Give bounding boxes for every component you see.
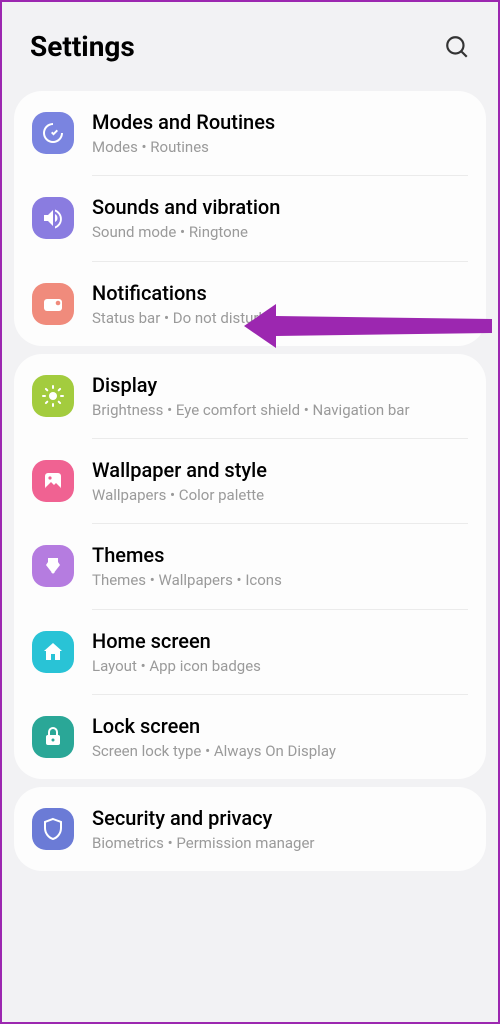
header: Settings [2,2,498,83]
wallpaper-icon [32,460,74,502]
item-text: Wallpaper and style Wallpapers • Color p… [92,457,468,505]
item-security-and-privacy[interactable]: Security and privacy Biometrics • Permis… [14,787,486,871]
item-subtitle: Brightness • Eye comfort shield • Naviga… [92,400,468,420]
security-icon [32,808,74,850]
item-text: Themes Themes • Wallpapers • Icons [92,542,468,590]
item-wallpaper-and-style[interactable]: Wallpaper and style Wallpapers • Color p… [14,439,486,523]
settings-group-1: Modes and Routines Modes • Routines Soun… [14,91,486,346]
item-themes[interactable]: Themes Themes • Wallpapers • Icons [14,524,486,608]
themes-icon [32,545,74,587]
item-title: Home screen [92,628,468,654]
item-subtitle: Biometrics • Permission manager [92,833,468,853]
item-text: Display Brightness • Eye comfort shield … [92,372,468,420]
item-text: Modes and Routines Modes • Routines [92,109,468,157]
modes-icon [32,112,74,154]
item-text: Home screen Layout • App icon badges [92,628,468,676]
item-subtitle: Wallpapers • Color palette [92,485,468,505]
page-title: Settings [30,30,135,63]
home-icon [32,631,74,673]
item-title: Sounds and vibration [92,194,468,220]
settings-group-3: Security and privacy Biometrics • Permis… [14,787,486,871]
item-lock-screen[interactable]: Lock screen Screen lock type • Always On… [14,695,486,779]
item-notifications[interactable]: Notifications Status bar • Do not distur… [14,262,486,346]
item-home-screen[interactable]: Home screen Layout • App icon badges [14,610,486,694]
sounds-icon [32,197,74,239]
item-text: Security and privacy Biometrics • Permis… [92,805,468,853]
item-text: Sounds and vibration Sound mode • Ringto… [92,194,468,242]
item-text: Lock screen Screen lock type • Always On… [92,713,468,761]
item-title: Notifications [92,280,468,306]
item-subtitle: Modes • Routines [92,137,468,157]
item-text: Notifications Status bar • Do not distur… [92,280,468,328]
item-subtitle: Themes • Wallpapers • Icons [92,570,468,590]
item-title: Modes and Routines [92,109,468,135]
item-subtitle: Status bar • Do not disturb [92,308,468,328]
lock-icon [32,716,74,758]
item-display[interactable]: Display Brightness • Eye comfort shield … [14,354,486,438]
item-sounds-and-vibration[interactable]: Sounds and vibration Sound mode • Ringto… [14,176,486,260]
item-subtitle: Layout • App icon badges [92,656,468,676]
item-modes-and-routines[interactable]: Modes and Routines Modes • Routines [14,91,486,175]
search-icon[interactable] [444,34,470,60]
item-title: Lock screen [92,713,468,739]
notifications-icon [32,283,74,325]
item-subtitle: Sound mode • Ringtone [92,222,468,242]
display-icon [32,375,74,417]
item-subtitle: Screen lock type • Always On Display [92,741,468,761]
item-title: Display [92,372,468,398]
item-title: Themes [92,542,468,568]
item-title: Wallpaper and style [92,457,468,483]
settings-group-2: Display Brightness • Eye comfort shield … [14,354,486,779]
item-title: Security and privacy [92,805,468,831]
